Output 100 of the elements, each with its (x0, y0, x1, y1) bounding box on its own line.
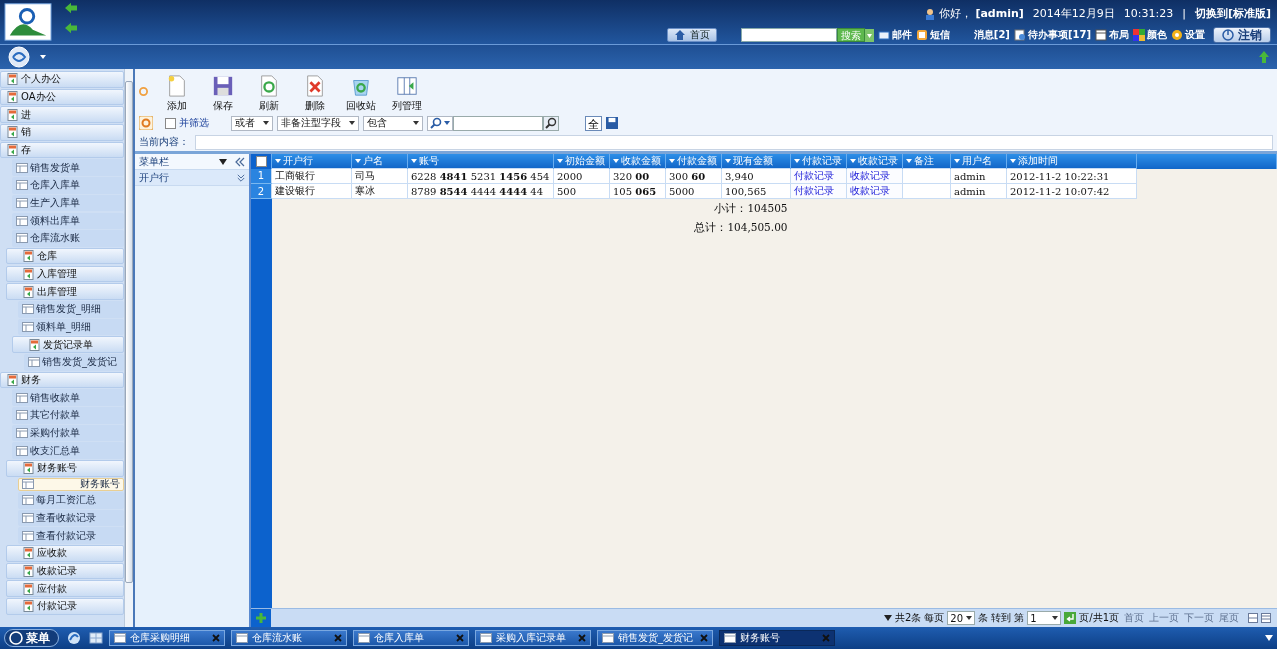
panel-field-row[interactable]: 开户行 (135, 170, 249, 186)
column-header[interactable]: 付款记录 (790, 154, 847, 169)
column-header[interactable]: 账号 (407, 154, 554, 169)
menu-group[interactable]: 入库管理 (6, 265, 124, 283)
menu-item[interactable]: 仓库入库单 (12, 177, 124, 194)
menu-item[interactable]: 仓库流水账 (12, 230, 124, 247)
sms-link[interactable]: 短信 (915, 28, 950, 42)
logout-button[interactable]: 注销 (1213, 27, 1271, 43)
menu-item[interactable]: 采购付款单 (12, 424, 124, 442)
menu-group[interactable]: 仓库 (6, 247, 124, 265)
menu-item[interactable]: 每月工资汇总 (18, 491, 124, 509)
recycle-button[interactable]: 回收站 (338, 75, 384, 113)
menu-group[interactable]: OA办公 (0, 88, 124, 106)
column-header[interactable]: 付款金额 (665, 154, 722, 169)
menu-item[interactable]: 销售发货_明细 (18, 300, 124, 318)
grid-view-icon[interactable] (1261, 613, 1271, 623)
page-select[interactable]: 1 (1027, 611, 1062, 625)
todo-link[interactable]: 待办事项[17] (1013, 28, 1091, 42)
close-icon[interactable] (334, 634, 342, 642)
layout-link[interactable]: 布局 (1095, 28, 1129, 42)
close-icon[interactable] (578, 634, 586, 642)
menu-item[interactable]: 领料单_明细 (18, 318, 124, 336)
up-arrow-icon[interactable] (1259, 51, 1269, 63)
menu-item[interactable]: 查看收款记录 (18, 509, 124, 527)
back-arrow-icon[interactable] (64, 2, 78, 14)
messages-link[interactable]: 消息[2] (973, 28, 1010, 42)
taskbar-tab[interactable]: 采购入库记录单 (475, 630, 591, 646)
save-icon[interactable] (606, 117, 618, 129)
filter-select[interactable]: 或者 (231, 115, 273, 131)
add-icon[interactable] (256, 613, 266, 623)
menu-group[interactable]: 应付款 (6, 580, 124, 597)
current-content-field[interactable] (195, 134, 1273, 150)
globe-icon[interactable] (8, 46, 30, 68)
search-field[interactable] (740, 28, 837, 42)
save-button[interactable]: 保存 (200, 75, 246, 113)
column-header[interactable]: 现有金额 (721, 154, 791, 169)
menu-group[interactable]: 收款记录 (6, 562, 124, 580)
search-type-select[interactable] (427, 115, 453, 131)
menu-item[interactable]: 收支汇总单 (12, 442, 124, 460)
menu-item[interactable]: 查看付款记录 (18, 527, 124, 544)
column-header[interactable]: 户名 (351, 154, 408, 169)
per-page-select[interactable]: 20 (947, 611, 976, 625)
back-arrow-icon[interactable] (64, 22, 78, 34)
menu-group[interactable]: 发货记录单 (12, 336, 124, 353)
go-icon[interactable] (1064, 612, 1077, 624)
menu-group[interactable]: 存 (0, 141, 124, 159)
close-icon[interactable] (212, 634, 220, 642)
column-header[interactable]: 收款金额 (609, 154, 666, 169)
columns-button[interactable]: 列管理 (384, 75, 430, 113)
grid-view-icon[interactable] (1248, 613, 1258, 623)
filter-input[interactable] (453, 115, 543, 131)
expand-icon[interactable] (237, 173, 245, 182)
select-all-checkbox[interactable] (255, 156, 267, 167)
column-header[interactable]: 添加时间 (1006, 154, 1137, 169)
column-header[interactable]: 备注 (902, 154, 951, 169)
menu-group[interactable]: 出库管理 (6, 283, 124, 300)
caret-icon[interactable] (883, 614, 892, 622)
close-icon[interactable] (456, 634, 464, 642)
menu-group[interactable]: 进 (0, 106, 124, 123)
caret-icon[interactable] (219, 157, 227, 166)
menu-item[interactable]: 销售发货_发货记 (24, 354, 124, 371)
collapse-icon[interactable] (235, 156, 245, 167)
menu-item[interactable]: 财务账号 (18, 477, 124, 491)
menu-item[interactable]: 销售发货单 (12, 159, 124, 177)
dropdown-icon[interactable] (864, 28, 874, 42)
caret-icon[interactable] (40, 55, 46, 59)
taskbar-tab[interactable]: 仓库流水账 (231, 630, 347, 646)
column-header[interactable]: 开户行 (271, 154, 352, 169)
column-header[interactable]: 收款记录 (846, 154, 903, 169)
refresh-button[interactable]: 刷新 (246, 75, 292, 113)
scrollbar[interactable] (124, 69, 133, 627)
taskbar-tab[interactable]: 财务账号 (719, 630, 835, 646)
mail-link[interactable]: 邮件 (877, 28, 912, 42)
menu-group[interactable]: 付款记录 (6, 598, 124, 615)
filter-select[interactable]: 非备注型字段 (277, 115, 359, 131)
add-button[interactable]: 添加 (154, 75, 200, 113)
column-header[interactable]: 用户名 (950, 154, 1007, 169)
filter-select[interactable]: 包含 (363, 115, 423, 131)
taskbar-tab[interactable]: 仓库入库单 (353, 630, 469, 646)
close-icon[interactable] (700, 634, 708, 642)
menu-item[interactable]: 领料出库单 (12, 212, 124, 230)
windows-icon[interactable] (89, 631, 103, 645)
delete-button[interactable]: 删除 (292, 75, 338, 113)
column-header[interactable]: 初始金额 (553, 154, 610, 169)
settings-link[interactable]: 设置 (1171, 28, 1205, 42)
menu-group[interactable]: 个人办公 (0, 71, 124, 88)
menu-group[interactable]: 财务 (0, 371, 124, 389)
home-button[interactable]: 首页 (666, 28, 717, 42)
menu-item[interactable]: 生产入库单 (12, 194, 124, 212)
search-button[interactable] (543, 115, 559, 131)
and-filter-checkbox[interactable]: 并筛选 (165, 116, 209, 130)
theme-link[interactable]: 颜色 (1133, 28, 1167, 42)
browser-icon[interactable] (67, 631, 81, 645)
menu-group[interactable]: 财务账号 (6, 460, 124, 477)
taskbar-tab[interactable]: 仓库采购明细 (109, 630, 225, 646)
switch-link[interactable]: 切换到[标准版] (1194, 6, 1271, 21)
menu-button[interactable]: 菜单 (4, 629, 59, 647)
menu-group[interactable]: 应收款 (6, 544, 124, 562)
menu-group[interactable]: 销 (0, 124, 124, 141)
all-button[interactable]: 全 (585, 115, 602, 131)
